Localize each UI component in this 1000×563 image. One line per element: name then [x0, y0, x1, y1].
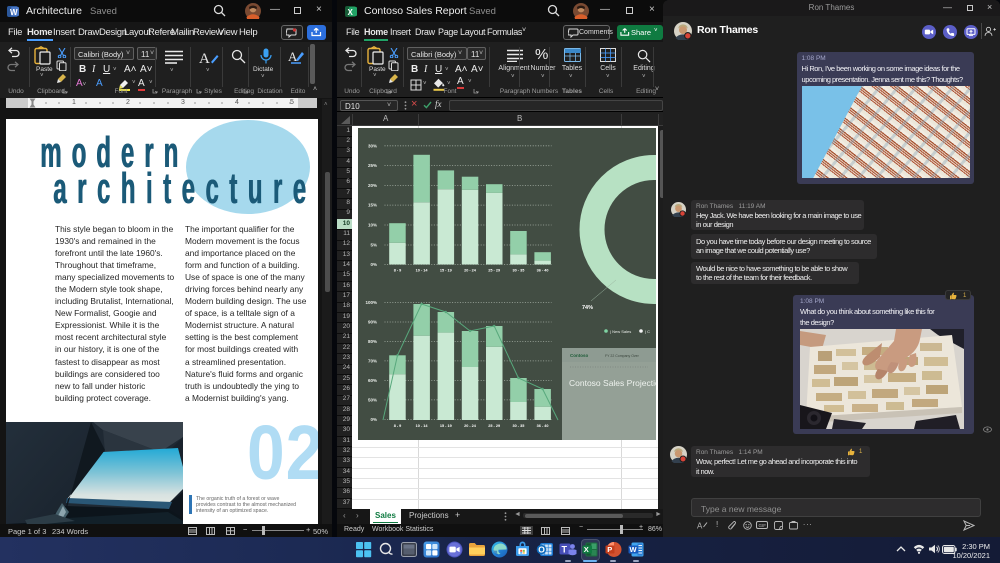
svg-text:20%: 20% — [368, 183, 377, 188]
svg-text:X: X — [584, 545, 589, 554]
svg-text:25 - 29: 25 - 29 — [488, 424, 500, 428]
svg-text:T: T — [562, 545, 568, 555]
svg-text:A: A — [697, 522, 703, 531]
svg-text:8 - 9: 8 - 9 — [394, 424, 402, 428]
svg-text:10 - 14: 10 - 14 — [416, 269, 429, 273]
svg-text:15%: 15% — [368, 203, 377, 208]
svg-text:25 - 29: 25 - 29 — [488, 269, 500, 273]
svg-text:P: P — [607, 545, 612, 554]
svg-text:O: O — [538, 545, 545, 555]
svg-text:A: A — [288, 49, 298, 64]
svg-text:36 - 40: 36 - 40 — [537, 424, 549, 428]
svg-text:0%: 0% — [370, 262, 377, 267]
svg-text:Contoso: Contoso — [570, 353, 588, 358]
svg-text:30 - 35: 30 - 35 — [512, 424, 524, 428]
svg-text:30 - 35: 30 - 35 — [512, 269, 524, 273]
svg-text:A: A — [199, 51, 210, 66]
svg-text:20 - 24: 20 - 24 — [464, 424, 477, 428]
svg-text:70%: 70% — [368, 358, 377, 363]
svg-text:10 - 14: 10 - 14 — [416, 424, 429, 428]
svg-text:90%: 90% — [368, 320, 377, 325]
svg-text:0%: 0% — [370, 417, 377, 422]
svg-text:8 - 9: 8 - 9 — [394, 269, 402, 273]
svg-text:FY 22 Company Over: FY 22 Company Over — [605, 354, 640, 358]
svg-text:W: W — [630, 545, 638, 554]
svg-text:36 - 40: 36 - 40 — [537, 269, 549, 273]
svg-text:10%: 10% — [368, 223, 377, 228]
svg-text:X: X — [348, 8, 354, 17]
svg-text:Contoso Sales Projectio: Contoso Sales Projectio — [569, 378, 656, 388]
svg-text:25%: 25% — [368, 163, 377, 168]
svg-text:15 - 19: 15 - 19 — [440, 424, 452, 428]
svg-text:20 - 24: 20 - 24 — [464, 269, 477, 273]
svg-text:W: W — [10, 8, 18, 17]
svg-text:| New Sales: | New Sales — [610, 329, 631, 334]
svg-text:50%: 50% — [368, 397, 377, 402]
svg-text:30%: 30% — [368, 143, 377, 148]
svg-text:74%: 74% — [582, 305, 593, 311]
svg-text:15 - 19: 15 - 19 — [440, 269, 452, 273]
svg-text:80%: 80% — [368, 339, 377, 344]
svg-text:100%: 100% — [365, 300, 377, 305]
svg-text:5%: 5% — [370, 243, 377, 248]
svg-text:60%: 60% — [368, 378, 377, 383]
svg-text:| C: | C — [645, 329, 650, 334]
